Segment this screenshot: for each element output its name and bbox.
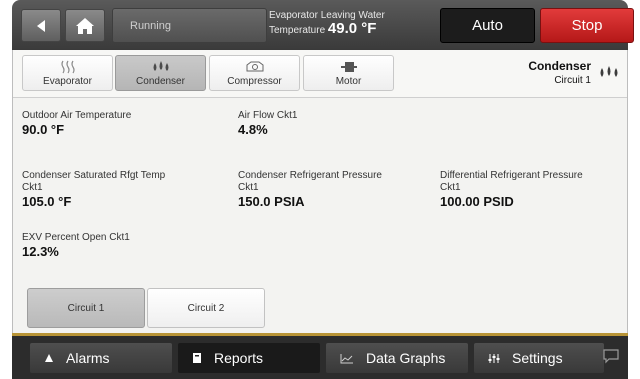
tab-motor-label: Motor [335, 76, 362, 87]
stop-button[interactable]: Stop [540, 8, 634, 43]
running-status-label: Running [130, 20, 171, 32]
nav-settings-label: Settings [512, 350, 563, 366]
exv-open-field: EXV Percent Open Ckt1 12.3% [22, 232, 130, 258]
nav-reports[interactable]: Reports [178, 343, 320, 373]
tab-evaporator-label: Evaporator [43, 76, 92, 87]
cond-pressure-label-ckt: Ckt1 [238, 182, 259, 193]
tab-evaporator[interactable]: Evaporator [22, 55, 113, 91]
cond-sat-temp-field: Condenser Saturated Rfgt Temp Ckt1 105.0… [22, 170, 165, 208]
back-arrow-icon [37, 19, 45, 32]
motor-icon [340, 62, 357, 72]
running-status: Running [112, 8, 267, 43]
auto-mode-label: Auto [472, 17, 503, 34]
home-icon [76, 17, 94, 34]
cond-pressure-field: Condenser Refrigerant Pressure Ckt1 150.… [238, 170, 382, 208]
sliders-icon [488, 353, 500, 363]
outdoor-air-temp-field: Outdoor Air Temperature 90.0 °F [22, 110, 131, 136]
outdoor-air-temp-value: 90.0 °F [22, 122, 65, 137]
top-bar: Running Evaporator Leaving Water Tempera… [12, 0, 634, 50]
tab-compressor-label: Compressor [227, 76, 282, 87]
diff-pressure-value: 100.00 PSID [440, 194, 514, 209]
exv-open-label: EXV Percent Open Ckt1 [22, 232, 130, 243]
circuit-1-button[interactable]: Circuit 1 [27, 288, 145, 328]
chat-button[interactable] [602, 348, 620, 364]
diff-pressure-field: Differential Refrigerant Pressure Ckt1 1… [440, 170, 583, 208]
panel-subtitle: Circuit 1 [554, 75, 591, 86]
outdoor-air-temp-label: Outdoor Air Temperature [22, 110, 132, 121]
evap-value: 49.0 °F [327, 20, 377, 37]
circuit-2-button[interactable]: Circuit 2 [147, 288, 265, 328]
panel-droplets-icon [598, 64, 620, 85]
tab-motor[interactable]: Motor [303, 55, 394, 91]
nav-data-graphs[interactable]: Data Graphs [326, 343, 468, 373]
nav-settings[interactable]: Settings [474, 343, 604, 373]
back-button[interactable] [21, 9, 61, 42]
evap-label-line2: Temperature [269, 25, 326, 36]
stop-label: Stop [571, 17, 603, 34]
screen: Running Evaporator Leaving Water Tempera… [0, 0, 640, 379]
cond-sat-temp-label: Condenser Saturated Rfgt Temp [22, 170, 166, 181]
compressor-icon [246, 61, 263, 72]
panel-title: Condenser Circuit 1 [528, 59, 591, 86]
cond-pressure-value: 150.0 PSIA [238, 194, 305, 209]
nav-data-graphs-label: Data Graphs [366, 350, 446, 366]
diff-pressure-label-ckt: Ckt1 [440, 182, 461, 193]
exv-open-value: 12.3% [22, 244, 59, 259]
tab-condenser-label: Condenser [136, 76, 185, 87]
cond-sat-temp-label-ckt: Ckt1 [22, 182, 43, 193]
graph-icon [340, 353, 353, 363]
report-icon [193, 353, 201, 363]
heat-waves-icon [60, 60, 75, 74]
content-panel: Evaporator Condenser Compressor Motor Co… [12, 50, 628, 333]
tab-row: Evaporator Condenser Compressor Motor Co… [13, 50, 627, 98]
droplets-icon [153, 61, 168, 71]
tab-compressor[interactable]: Compressor [209, 55, 300, 91]
chat-bubble-icon [603, 349, 619, 364]
circuit-2-label: Circuit 2 [187, 302, 225, 314]
diff-pressure-label: Differential Refrigerant Pressure [440, 170, 583, 181]
air-flow-value: 4.8% [238, 122, 268, 137]
auto-mode-button[interactable]: Auto [440, 8, 535, 43]
tab-condenser[interactable]: Condenser [115, 55, 206, 91]
nav-reports-label: Reports [214, 350, 264, 366]
cond-pressure-label: Condenser Refrigerant Pressure [238, 170, 382, 181]
evap-leaving-water-temp: Evaporator Leaving Water Temperature 49.… [269, 9, 439, 43]
nav-alarms[interactable]: Alarms [30, 343, 172, 373]
nav-alarms-label: Alarms [66, 350, 110, 366]
air-flow-field: Air Flow Ckt1 4.8% [238, 110, 297, 136]
alarm-triangle-icon [45, 354, 53, 362]
panel-title-text: Condenser [528, 59, 591, 73]
bottom-nav-bar: Alarms Reports Data Graphs Settings [12, 333, 628, 379]
cond-sat-temp-value: 105.0 °F [22, 194, 72, 209]
droplets-icon [600, 66, 618, 77]
air-flow-label: Air Flow Ckt1 [238, 110, 298, 121]
home-button[interactable] [65, 9, 105, 42]
circuit-1-label: Circuit 1 [67, 302, 105, 314]
